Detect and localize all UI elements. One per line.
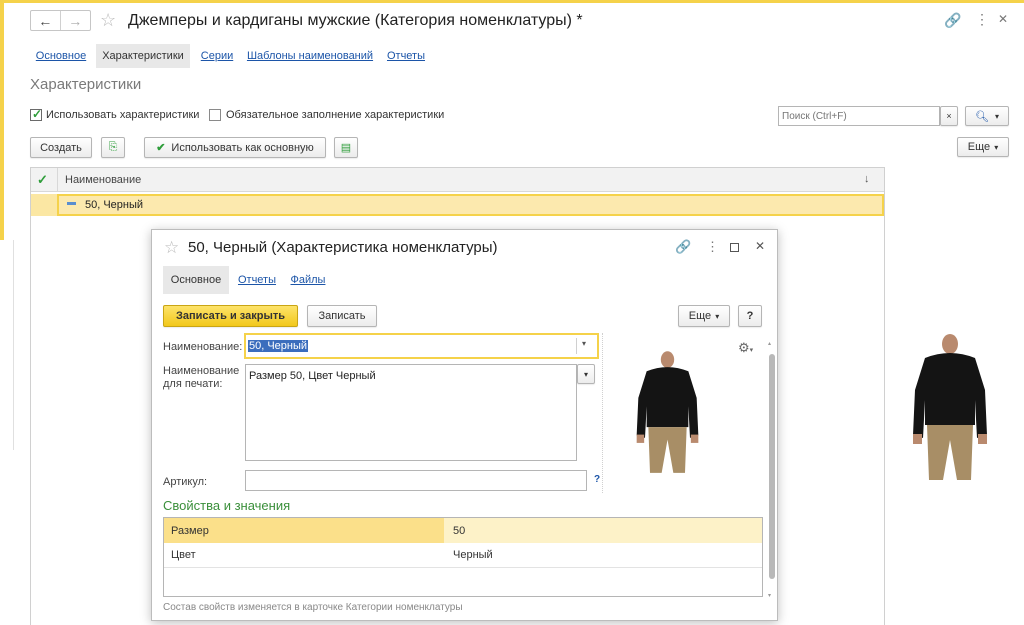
search-input[interactable] xyxy=(778,106,940,126)
top-edge-line xyxy=(0,0,1024,3)
article-label: Артикул: xyxy=(163,476,208,488)
use-characteristics-label: Использовать характеристики xyxy=(46,109,200,121)
chevron-down-icon[interactable]: ▾ xyxy=(582,339,586,348)
use-characteristics-checkbox[interactable]: ✓ Использовать характеристики xyxy=(30,107,200,121)
search-icon: 🔍︎ xyxy=(975,110,989,123)
name-field-value: 50, Черный xyxy=(248,340,309,352)
print-name-value: Размер 50, Цвет Черный xyxy=(249,370,376,382)
search-options-button[interactable]: 🔍︎ ▾ xyxy=(965,106,1009,126)
sort-down-icon[interactable]: ↓ xyxy=(864,173,870,185)
dialog-favorite-star-icon[interactable]: ☆ xyxy=(164,238,179,258)
list-settings-icon[interactable]: ▤ xyxy=(334,137,358,158)
chevron-down-icon: ▾ xyxy=(994,142,999,152)
property-value: 50 xyxy=(453,525,466,537)
chevron-down-icon: ▾ xyxy=(715,311,720,321)
product-image xyxy=(636,351,699,473)
save-button[interactable]: Записать xyxy=(307,305,377,327)
print-name-field[interactable]: Размер 50, Цвет Черный xyxy=(245,364,577,461)
checkbox-empty-icon xyxy=(209,109,221,121)
tab-reports[interactable]: Отчеты xyxy=(382,44,430,68)
nav-buttons: ← → xyxy=(30,10,91,31)
dialog-more-button[interactable]: Еще ▾ xyxy=(678,305,730,327)
required-fill-checkbox[interactable]: Обязательное заполнение характеристики xyxy=(209,109,444,121)
image-area-border xyxy=(602,333,603,493)
table-row[interactable]: Цвет Черный xyxy=(164,543,762,568)
checkmark-icon: ✔ xyxy=(156,142,166,154)
name-label: Наименование: xyxy=(163,341,243,353)
table-check-icon: ✓ xyxy=(37,172,48,187)
link-icon[interactable]: 🔗 xyxy=(944,12,961,29)
copy-icon[interactable]: ⎘ xyxy=(101,137,125,158)
dialog-tab-main[interactable]: Основное xyxy=(163,266,229,294)
dialog-tab-reports[interactable]: Отчеты xyxy=(234,266,280,294)
image-settings-gear-icon[interactable]: ⚙▾ xyxy=(738,340,753,356)
row-name: 50, Черный xyxy=(85,199,144,211)
print-name-label-line2: для печати: xyxy=(163,378,223,390)
main-more-button[interactable]: Еще ▾ xyxy=(957,137,1009,157)
print-name-label-line1: Наименование xyxy=(163,365,240,377)
tab-characteristics[interactable]: Характеристики xyxy=(96,44,190,68)
use-as-main-button[interactable]: ✔ Использовать как основную xyxy=(144,137,326,158)
property-value: Черный xyxy=(453,549,493,561)
section-title: Характеристики xyxy=(30,76,142,93)
search-clear-button[interactable]: × xyxy=(940,106,958,126)
dialog-link-icon[interactable]: 🔗 xyxy=(675,239,691,255)
save-and-close-button[interactable]: Записать и закрыть xyxy=(163,305,298,327)
checkbox-checked-icon: ✓ xyxy=(30,107,43,121)
main-window-title: Джемперы и кардиганы мужские (Категория … xyxy=(128,12,583,29)
dialog-maximize-icon[interactable] xyxy=(730,243,739,252)
print-name-dropdown-button[interactable]: ▾ xyxy=(577,364,595,384)
close-icon[interactable]: ✕ xyxy=(998,12,1008,26)
property-name: Размер xyxy=(171,525,209,537)
dialog-scrollbar[interactable]: ▴ ▾ xyxy=(768,340,776,602)
article-help-icon[interactable]: ? xyxy=(594,474,600,485)
required-fill-label: Обязательное заполнение характеристики xyxy=(226,109,445,121)
characteristic-dialog: ☆ 50, Черный (Характеристика номенклатур… xyxy=(151,229,778,621)
dialog-title: 50, Черный (Характеристика номенклатуры) xyxy=(188,239,498,256)
footer-note: Состав свойств изменяется в карточке Кат… xyxy=(163,602,463,613)
product-image-large xyxy=(913,334,987,480)
favorite-star-icon[interactable]: ☆ xyxy=(100,10,116,30)
dialog-close-icon[interactable]: ✕ xyxy=(755,239,765,253)
dialog-tab-files[interactable]: Файлы xyxy=(286,266,330,294)
properties-table: Размер 50 Цвет Черный xyxy=(163,517,763,597)
left-edge-lines xyxy=(0,240,14,450)
properties-title: Свойства и значения xyxy=(163,498,291,513)
dialog-menu-dots-icon[interactable]: ⋮ xyxy=(706,239,719,255)
scrollbar-thumb[interactable] xyxy=(769,354,775,579)
name-field[interactable]: 50, Черный ▾ xyxy=(244,333,599,359)
tab-series[interactable]: Серии xyxy=(196,44,238,68)
help-button[interactable]: ? xyxy=(738,305,762,327)
property-name: Цвет xyxy=(171,549,196,561)
create-button[interactable]: Создать xyxy=(30,137,92,158)
menu-dots-icon[interactable]: ⋮ xyxy=(975,11,989,28)
table-scroll-border xyxy=(884,167,885,625)
nav-forward-button[interactable]: → xyxy=(61,11,90,30)
table-row[interactable]: Размер 50 xyxy=(164,518,762,543)
table-header: ✓ Наименование ↓ xyxy=(31,168,884,192)
left-edge-strip xyxy=(0,0,4,240)
chevron-down-icon: ▾ xyxy=(994,111,999,121)
table-row[interactable]: 50, Черный xyxy=(31,194,884,216)
nav-back-button[interactable]: ← xyxy=(31,11,61,30)
article-field[interactable] xyxy=(245,470,587,491)
column-header-name[interactable]: Наименование xyxy=(65,174,141,186)
tab-main[interactable]: Основное xyxy=(30,44,92,68)
row-status-icon xyxy=(67,202,76,205)
tab-name-templates[interactable]: Шаблоны наименований xyxy=(244,44,376,68)
